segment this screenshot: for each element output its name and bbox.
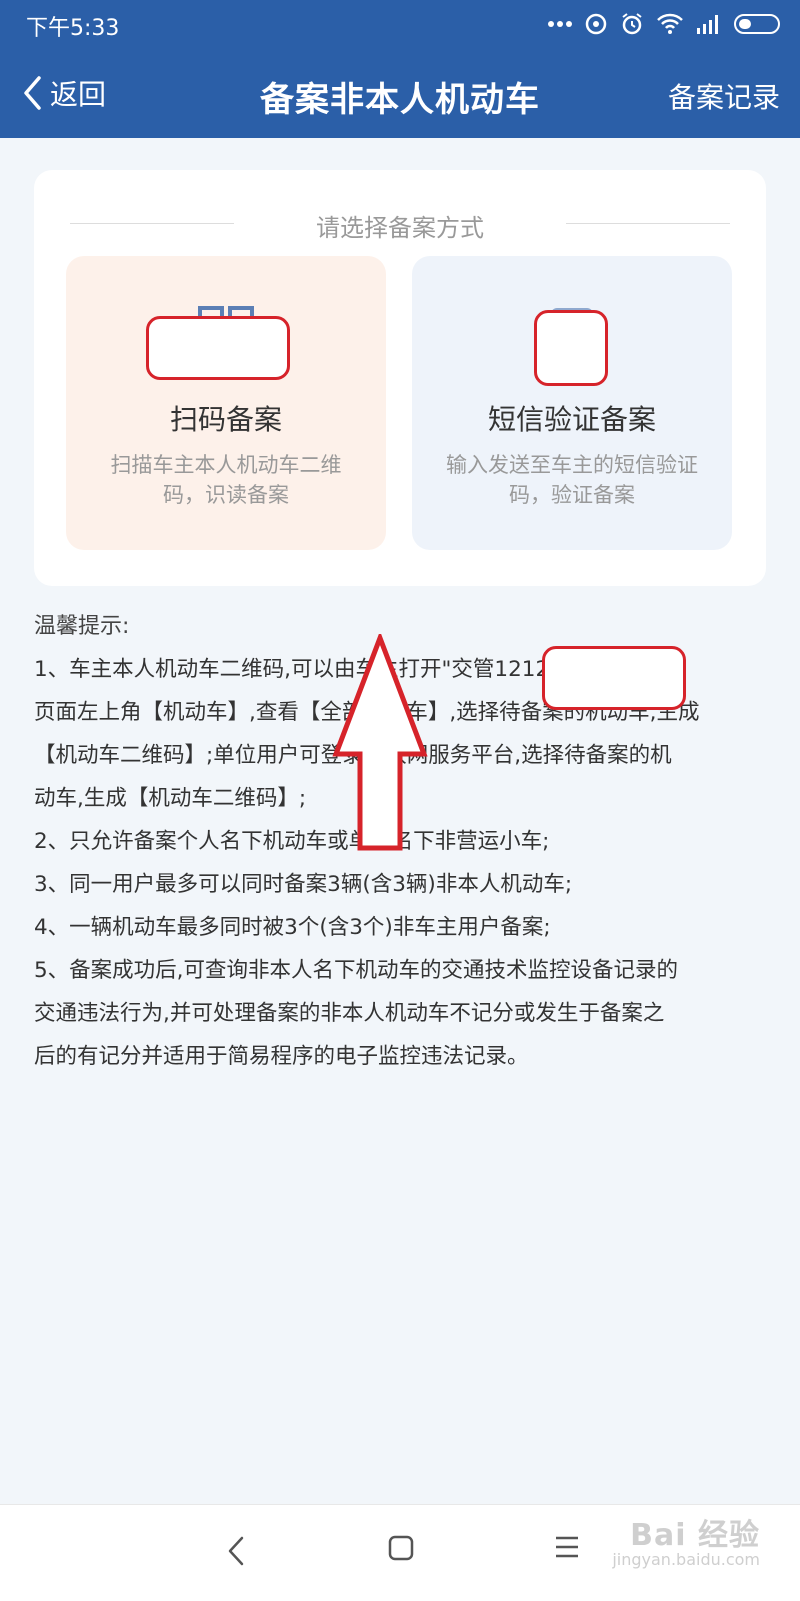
watermark-sub: jingyan.baidu.com bbox=[612, 1550, 760, 1569]
header-bar: 返回 备案非本人机动车 备案记录 bbox=[0, 48, 800, 138]
redaction-box bbox=[542, 646, 686, 710]
status-icons bbox=[548, 10, 780, 38]
option-sms-desc: 输入发送至车主的短信验证 码，验证备案 bbox=[432, 450, 712, 510]
battery-icon bbox=[734, 14, 780, 34]
option-sms-desc-line1: 输入发送至车主的短信验证 bbox=[446, 453, 698, 477]
more-dots-icon bbox=[548, 21, 572, 27]
divider-right bbox=[566, 223, 730, 224]
status-time: 下午5:33 bbox=[26, 16, 120, 41]
watermark-main: Bai 经验 bbox=[630, 1518, 760, 1553]
method-card: 请选择备案方式 扫码备案 扫描车主本人机动车二维 码，识读备案 短信验证备案 输… bbox=[34, 170, 766, 586]
redaction-box bbox=[534, 310, 608, 386]
wifi-icon bbox=[657, 13, 683, 34]
annotation-arrow-up-icon bbox=[332, 634, 428, 851]
watermark-logo: Bai 经验 jingyan.baidu.com bbox=[612, 1510, 760, 1569]
hotspot-icon bbox=[585, 13, 607, 35]
tip-line: 交通违法行为,并可处理备案的非本人机动车不记分或发生于备案之 bbox=[34, 1001, 665, 1026]
tip-line: 后的有记分并适用于简易程序的电子监控违法记录。 bbox=[34, 1044, 529, 1069]
option-scan-desc-line1: 扫描车主本人机动车二维 bbox=[110, 453, 342, 477]
option-scan-record[interactable]: 扫码备案 扫描车主本人机动车二维 码，识读备案 bbox=[66, 256, 386, 550]
method-title: 请选择备案方式 bbox=[316, 214, 484, 242]
option-sms-record[interactable]: 短信验证备案 输入发送至车主的短信验证 码，验证备案 bbox=[412, 256, 732, 550]
option-sms-desc-line2: 码，验证备案 bbox=[509, 483, 635, 507]
nav-back-icon[interactable] bbox=[226, 1535, 246, 1567]
redaction-box bbox=[146, 316, 290, 380]
option-scan-label: 扫码备案 bbox=[169, 403, 282, 436]
signal-icon bbox=[697, 15, 718, 34]
option-sms-label: 短信验证备案 bbox=[487, 403, 656, 436]
tip-line: 5、备案成功后,可查询非本人名下机动车的交通技术监控设备记录的 bbox=[34, 958, 679, 983]
record-button[interactable]: 备案记录 bbox=[668, 76, 780, 116]
method-title-row: 请选择备案方式 bbox=[34, 208, 766, 242]
option-scan-desc: 扫描车主本人机动车二维 码，识读备案 bbox=[86, 450, 366, 510]
tip-line: 3、同一用户最多可以同时备案3辆(含3辆)非本人机动车; bbox=[34, 872, 573, 897]
tip-line: 4、一辆机动车最多同时被3个(含3个)非车主用户备案; bbox=[34, 915, 551, 940]
nav-menu-icon[interactable] bbox=[554, 1535, 580, 1559]
option-scan-desc-line2: 码，识读备案 bbox=[163, 483, 289, 507]
status-bar: 下午5:33 bbox=[0, 0, 800, 48]
nav-home-icon[interactable] bbox=[388, 1535, 414, 1561]
alarm-icon bbox=[622, 13, 642, 35]
